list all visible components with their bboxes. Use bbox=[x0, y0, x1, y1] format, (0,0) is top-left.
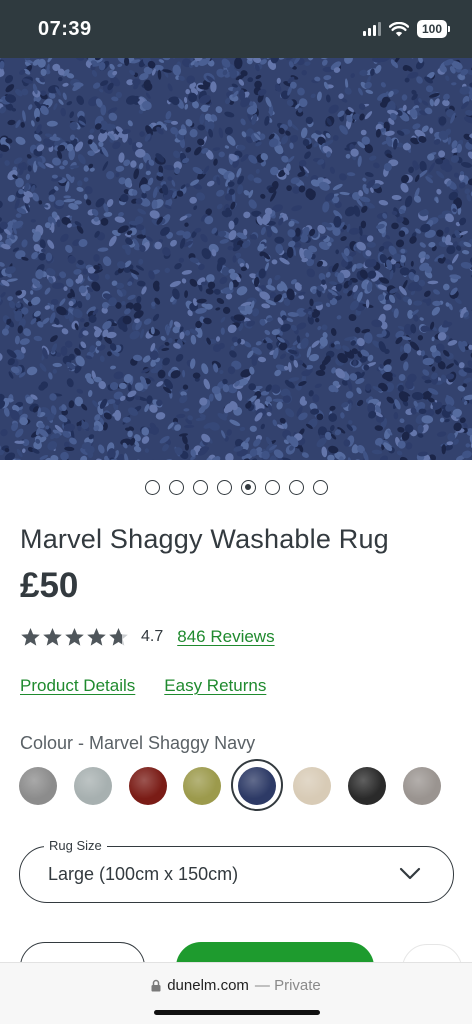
colour-swatches bbox=[19, 759, 455, 811]
star-icon bbox=[43, 628, 62, 646]
product-image[interactable] bbox=[0, 58, 472, 460]
product-title: Marvel Shaggy Washable Rug bbox=[20, 524, 389, 554]
colour-swatch-red[interactable] bbox=[128, 767, 167, 805]
carousel-dot[interactable] bbox=[168, 480, 184, 495]
carousel-dot[interactable] bbox=[264, 480, 280, 495]
browser-address-bar[interactable]: dunelm.com — Private bbox=[0, 962, 472, 1024]
product-details-link[interactable]: Product Details bbox=[20, 676, 135, 696]
image-carousel-indicator bbox=[0, 480, 472, 495]
star-icon bbox=[21, 628, 40, 646]
rug-size-select[interactable]: Rug Size Large (100cm x 150cm) bbox=[19, 838, 454, 903]
carousel-dot[interactable] bbox=[312, 480, 328, 495]
cellular-signal-icon bbox=[362, 22, 381, 36]
reviews-link[interactable]: 846 Reviews bbox=[177, 627, 274, 647]
colour-swatch-green[interactable] bbox=[183, 767, 222, 805]
colour-swatch-duck-egg[interactable] bbox=[73, 767, 112, 805]
carousel-dot[interactable] bbox=[144, 480, 160, 495]
easy-returns-link[interactable]: Easy Returns bbox=[164, 676, 266, 696]
info-links: Product Details Easy Returns bbox=[20, 676, 266, 696]
private-mode-label: — Private bbox=[254, 977, 321, 994]
rating-value: 4.7 bbox=[141, 628, 164, 645]
star-icon bbox=[87, 628, 106, 646]
selected-swatch-ring bbox=[231, 759, 284, 811]
chevron-down-icon bbox=[399, 867, 421, 880]
carousel-dot[interactable] bbox=[192, 480, 208, 495]
carousel-dot[interactable] bbox=[240, 480, 256, 495]
colour-swatch-charcoal[interactable] bbox=[347, 767, 386, 805]
star-icon bbox=[65, 628, 84, 646]
lock-icon bbox=[151, 979, 161, 992]
url-domain: dunelm.com bbox=[167, 977, 249, 994]
rating-row: 4.7 846 Reviews bbox=[20, 627, 275, 647]
carousel-dot[interactable] bbox=[288, 480, 304, 495]
rug-size-value: Large (100cm x 150cm) bbox=[48, 864, 239, 884]
colour-swatch-grey[interactable] bbox=[19, 767, 57, 805]
status-icons: 100 bbox=[362, 20, 450, 38]
colour-swatch-cream[interactable] bbox=[293, 767, 331, 805]
navy-shaggy-rug-image bbox=[0, 58, 472, 460]
carousel-dot[interactable] bbox=[216, 480, 232, 495]
wifi-icon bbox=[388, 21, 409, 36]
star-rating bbox=[20, 627, 129, 647]
colour-label: Colour - Marvel Shaggy Navy bbox=[20, 733, 256, 753]
star-icon bbox=[109, 628, 128, 646]
status-bar: 07:39 100 bbox=[0, 0, 472, 58]
battery-level: 100 bbox=[421, 22, 442, 36]
rug-size-legend: Rug Size bbox=[44, 838, 107, 853]
colour-swatch-silver[interactable] bbox=[402, 767, 441, 805]
status-time: 07:39 bbox=[38, 18, 92, 40]
home-indicator[interactable] bbox=[154, 1010, 320, 1015]
product-price: £50 bbox=[20, 566, 79, 605]
url-line: dunelm.com — Private bbox=[0, 977, 472, 994]
battery-icon: 100 bbox=[416, 20, 450, 38]
